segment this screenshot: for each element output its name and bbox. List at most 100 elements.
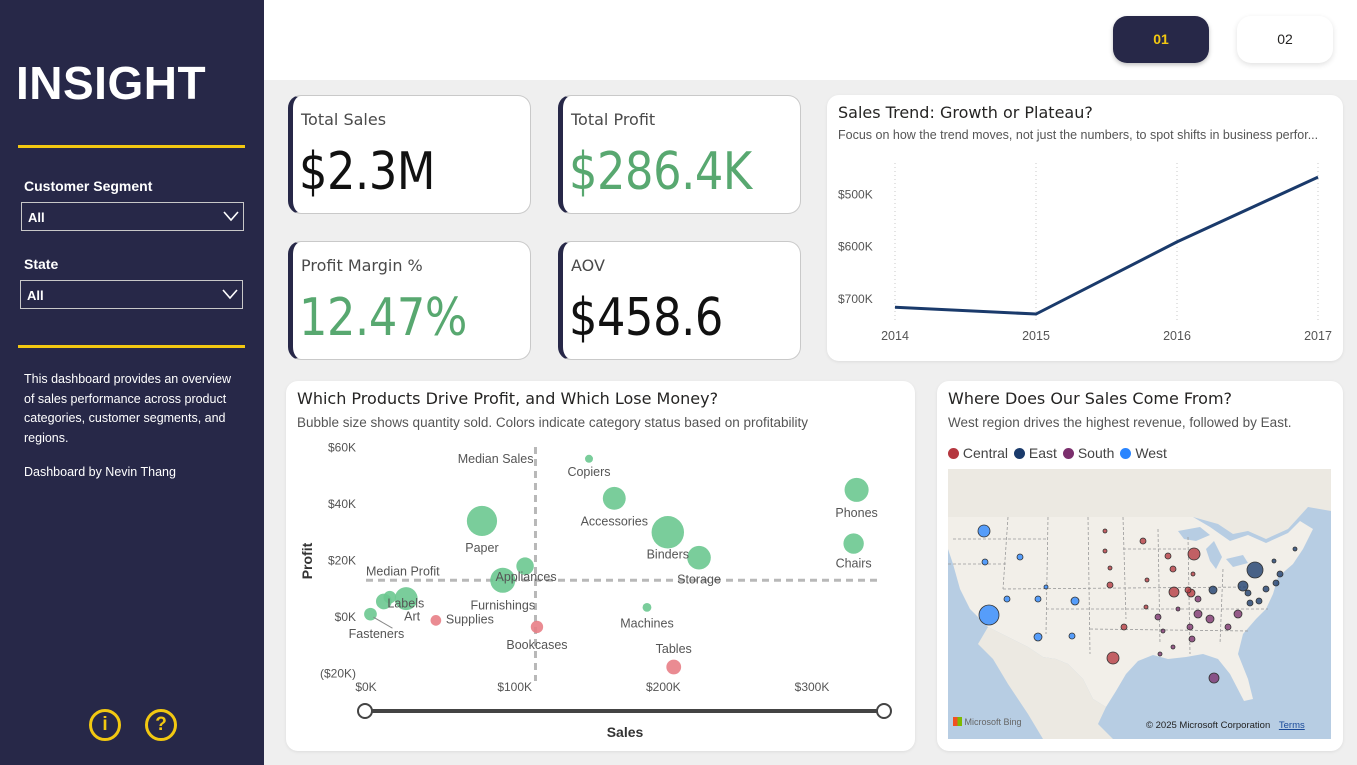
map-bubble[interactable] bbox=[1070, 596, 1080, 606]
product-bubble-chairs[interactable] bbox=[843, 533, 864, 554]
map-bubble[interactable] bbox=[1003, 595, 1011, 603]
map-bubble[interactable] bbox=[1276, 570, 1284, 578]
product-label: Copiers bbox=[567, 465, 610, 479]
map-bubble[interactable] bbox=[1068, 632, 1076, 640]
map-bubble[interactable] bbox=[978, 604, 1000, 626]
map-bubble[interactable] bbox=[1016, 553, 1024, 561]
kpi-label: AOV bbox=[571, 256, 605, 275]
map-terms-link[interactable]: Terms bbox=[1279, 720, 1305, 731]
map-bubble[interactable] bbox=[1144, 577, 1150, 583]
map-bubble[interactable] bbox=[977, 524, 991, 538]
map-bubble[interactable] bbox=[981, 558, 989, 566]
map-bubble[interactable] bbox=[1043, 584, 1049, 590]
customer-segment-dropdown[interactable]: All bbox=[21, 202, 244, 231]
product-bubble-storage[interactable] bbox=[687, 545, 711, 570]
microsoft-logo-icon bbox=[953, 717, 962, 726]
map-bubble[interactable] bbox=[1184, 586, 1192, 594]
slider-handle-min[interactable] bbox=[357, 703, 373, 719]
map-bubble[interactable] bbox=[1272, 579, 1280, 587]
scatter-y-tick: $60K bbox=[328, 441, 356, 455]
trend-x-tick: 2014 bbox=[881, 329, 909, 343]
map-bubble[interactable] bbox=[1246, 599, 1254, 607]
product-label: Machines bbox=[620, 616, 674, 630]
map-bubble[interactable] bbox=[1271, 558, 1277, 564]
kpi-card-total-sales: Total Sales $2.3M bbox=[288, 95, 531, 214]
map-bubble[interactable] bbox=[1194, 595, 1202, 603]
map-bubble[interactable] bbox=[1186, 623, 1194, 631]
map-bubble[interactable] bbox=[1292, 546, 1298, 552]
map-bubble[interactable] bbox=[1154, 613, 1162, 621]
map-bubble[interactable] bbox=[1224, 623, 1232, 631]
map-bubble[interactable] bbox=[1157, 651, 1163, 657]
product-label: Art bbox=[404, 610, 421, 624]
map-bubble[interactable] bbox=[1033, 632, 1043, 642]
sales-trend-line bbox=[894, 175, 1319, 316]
map-bubble[interactable] bbox=[1190, 571, 1196, 577]
map-bubble[interactable] bbox=[1208, 672, 1220, 684]
state-dropdown[interactable]: All bbox=[20, 280, 243, 309]
kpi-value: 12.47% bbox=[299, 288, 467, 348]
map-bubble[interactable] bbox=[1106, 651, 1120, 665]
map-bubble[interactable] bbox=[1244, 589, 1252, 597]
map-bubble[interactable] bbox=[1107, 565, 1113, 571]
help-icon[interactable]: ? bbox=[145, 709, 177, 741]
product-bubble-accessories[interactable] bbox=[602, 486, 626, 510]
scatter-x-tick: $100K bbox=[497, 680, 532, 694]
product-profit-scatter: $60K$40K$20K$0K($20K) $0K $100K $200K $300K… bbox=[299, 441, 892, 740]
map-bubble[interactable] bbox=[1143, 604, 1149, 610]
product-label: Chairs bbox=[836, 557, 872, 571]
product-bubble-machines[interactable] bbox=[642, 602, 652, 612]
map-bubble[interactable] bbox=[1175, 606, 1181, 612]
product-label: Appliances bbox=[495, 570, 556, 584]
trend-x-tick: 2016 bbox=[1163, 329, 1191, 343]
map-bubble[interactable] bbox=[1170, 644, 1176, 650]
map-bubble[interactable] bbox=[1169, 565, 1177, 573]
map-bubble[interactable] bbox=[1106, 581, 1114, 589]
scatter-y-tick: $20K bbox=[328, 554, 356, 568]
map-bubble[interactable] bbox=[1208, 585, 1218, 595]
page-button-02[interactable]: 02 bbox=[1237, 16, 1333, 63]
map-bubble[interactable] bbox=[1102, 528, 1108, 534]
map-bubble[interactable] bbox=[1139, 537, 1147, 545]
divider bbox=[18, 345, 245, 348]
x-axis-title: Sales bbox=[607, 724, 644, 740]
scatter-x-tick: $200K bbox=[646, 680, 681, 694]
product-bubble-supplies[interactable] bbox=[430, 615, 442, 626]
map-bubble[interactable] bbox=[1102, 548, 1108, 554]
legend-east: East bbox=[1014, 445, 1057, 461]
median-profit-label: Median Profit bbox=[366, 564, 440, 578]
map-bubble[interactable] bbox=[1246, 561, 1264, 579]
product-bubble-fasteners[interactable] bbox=[364, 607, 377, 621]
map-bubble[interactable] bbox=[1205, 614, 1215, 624]
product-bubble-phones[interactable] bbox=[844, 477, 869, 502]
map-bubble[interactable] bbox=[1188, 635, 1196, 643]
legend-dot bbox=[1120, 448, 1132, 459]
trend-x-tick: 2015 bbox=[1022, 329, 1050, 343]
map-bubble[interactable] bbox=[1034, 595, 1042, 603]
map-bubble[interactable] bbox=[1193, 609, 1203, 619]
map-bubble[interactable] bbox=[1160, 628, 1166, 634]
slider-handle-max[interactable] bbox=[876, 703, 892, 719]
map-bubble[interactable] bbox=[1255, 597, 1263, 605]
legend-west: West bbox=[1120, 445, 1167, 461]
legend-dot bbox=[1014, 448, 1026, 459]
kpi-value: $286.4K bbox=[569, 142, 752, 202]
kpi-label: Total Profit bbox=[571, 110, 656, 129]
map-bubble[interactable] bbox=[1168, 586, 1180, 598]
product-label: Phones bbox=[835, 506, 877, 520]
product-bubble-copiers[interactable] bbox=[585, 454, 593, 463]
trend-y-tick: $700K bbox=[838, 292, 873, 306]
info-icon[interactable]: i bbox=[89, 709, 121, 741]
page-button-01[interactable]: 01 bbox=[1113, 16, 1209, 63]
map-bubble[interactable] bbox=[1187, 547, 1201, 561]
map-bubble[interactable] bbox=[1233, 609, 1243, 619]
map-bubble[interactable] bbox=[1120, 623, 1128, 631]
map-bubble[interactable] bbox=[1237, 580, 1249, 592]
map-bubble[interactable] bbox=[1164, 552, 1172, 560]
product-bubble-binders[interactable] bbox=[651, 516, 685, 549]
product-bubble-paper[interactable] bbox=[466, 505, 498, 537]
product-bubble-tables[interactable] bbox=[666, 659, 682, 675]
sales-trend-panel: Sales Trend: Growth or Plateau? Focus on… bbox=[827, 95, 1343, 361]
map-bubble[interactable] bbox=[1262, 585, 1270, 593]
product-bubble-bookcases[interactable] bbox=[530, 620, 544, 634]
